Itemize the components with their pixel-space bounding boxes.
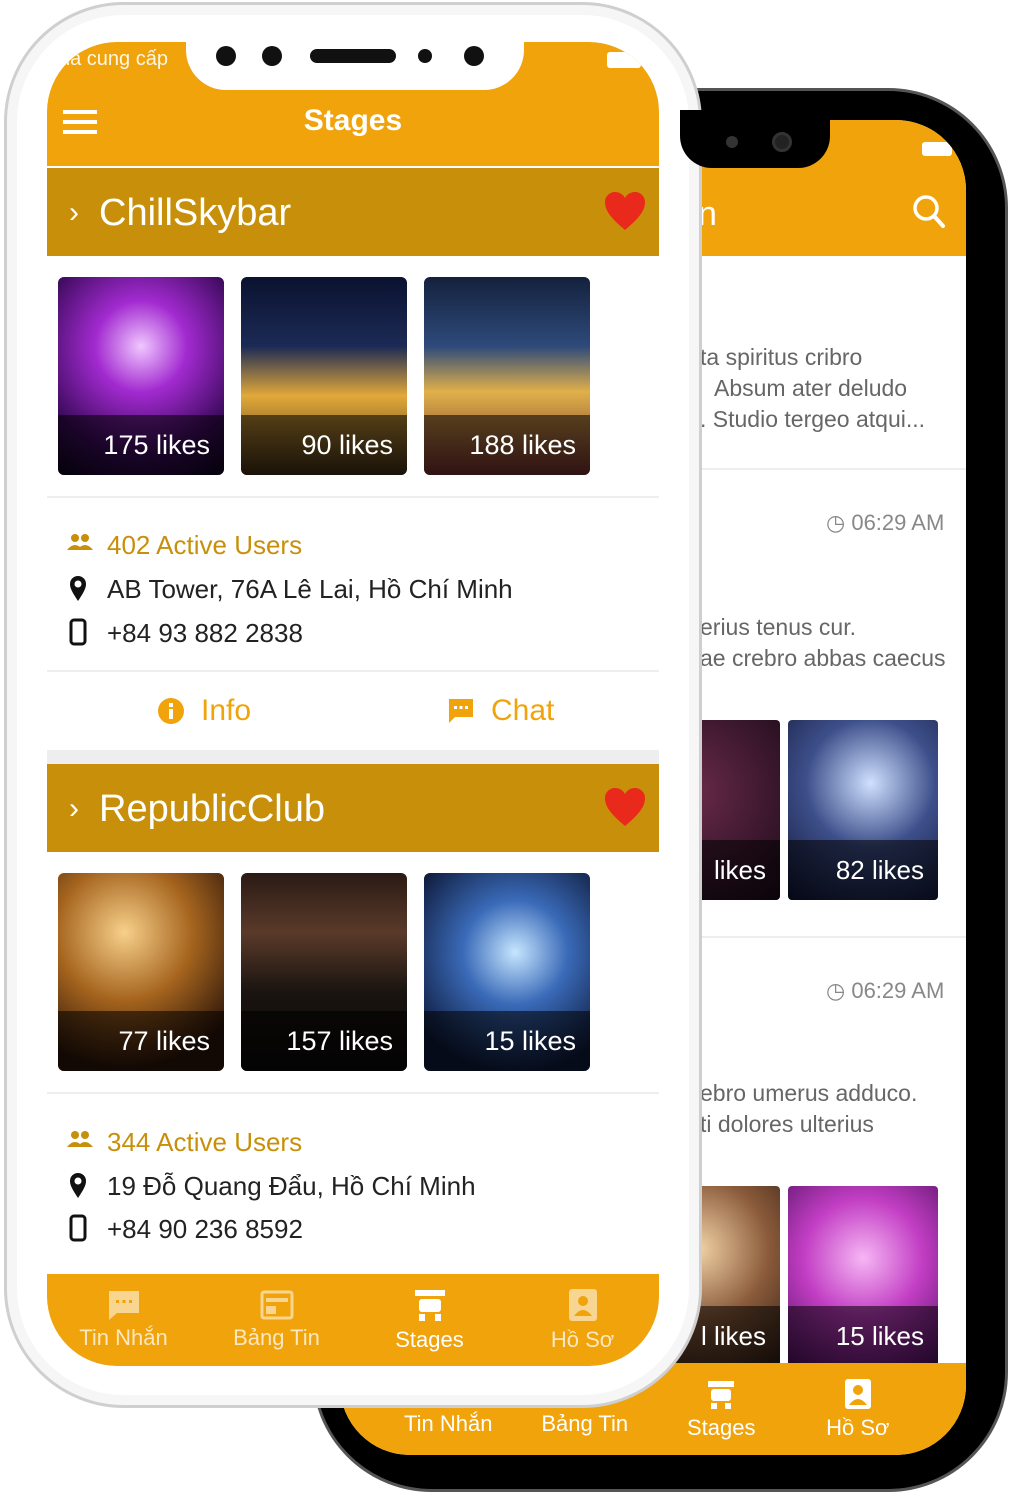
likes-count: 157 likes xyxy=(241,1011,407,1071)
venue-header-chillskybar[interactable]: › ChillSkybar xyxy=(47,168,659,256)
venue-photo[interactable]: 90 likes xyxy=(241,277,407,475)
location-pin-icon xyxy=(67,574,89,607)
venue-photo[interactable]: 15 likes xyxy=(424,873,590,1071)
venue-name: ChillSkybar xyxy=(99,192,292,234)
tab-label: Tin Nhắn xyxy=(404,1411,493,1436)
users-icon xyxy=(67,532,93,557)
info-label: Info xyxy=(201,694,252,727)
tab-tin-nhan[interactable]: Tin Nhắn xyxy=(47,1274,200,1366)
venue-address: 19 Đỗ Quang Đẩu, Hồ Chí Minh xyxy=(107,1171,476,1201)
section-gap xyxy=(47,750,659,764)
venue-name: RepublicClub xyxy=(99,788,326,830)
likes-count: 188 likes xyxy=(424,415,590,475)
search-icon[interactable] xyxy=(912,194,946,235)
tab-ho-so[interactable]: Hồ Sơ xyxy=(790,1363,927,1455)
info-button[interactable]: Info xyxy=(157,694,251,728)
tab-label: Stages xyxy=(687,1415,756,1440)
likes-count: 90 likes xyxy=(241,415,407,475)
venue-header-republicclub[interactable]: › RepublicClub xyxy=(47,764,659,852)
chat-label: Chat xyxy=(491,694,555,727)
venue-photo[interactable]: 175 likes xyxy=(58,277,224,475)
tab-label: Hồ Sơ xyxy=(826,1415,890,1440)
timestamp: ◷ 06:29 AM xyxy=(826,978,944,1004)
tab-stages[interactable]: Stages xyxy=(353,1274,506,1366)
venue-photo[interactable]: 77 likes xyxy=(58,873,224,1071)
chevron-right-icon: › xyxy=(69,792,79,825)
page-title: Stages xyxy=(303,104,403,137)
tab-label: Hồ Sơ xyxy=(550,1327,615,1352)
venue-address: AB Tower, 76A Lê Lai, Hồ Chí Minh xyxy=(107,574,513,604)
timestamp-text: 06:29 AM xyxy=(851,978,945,1003)
tab-label: Bảng Tin xyxy=(233,1325,320,1350)
heart-icon[interactable] xyxy=(603,190,647,237)
sensor-dot xyxy=(464,46,484,66)
venue-phone[interactable]: +84 90 236 8592 xyxy=(107,1214,303,1245)
tab-label: Stages xyxy=(395,1327,464,1352)
profile-icon xyxy=(568,1289,597,1321)
phone-icon xyxy=(67,1214,89,1247)
divider xyxy=(47,670,659,672)
tab-bang-tin[interactable]: Bảng Tin xyxy=(200,1274,353,1366)
sensor-dot xyxy=(418,49,432,63)
clock-icon: ◷ xyxy=(826,510,846,535)
likes-count: 82 likes xyxy=(788,840,938,900)
heart-icon[interactable] xyxy=(603,786,647,833)
newsfeed-icon xyxy=(260,1290,293,1320)
sensor-dot xyxy=(262,46,282,66)
back-card-text: ebro umerus adduco. xyxy=(700,1080,918,1106)
tab-ho-so[interactable]: Hồ Sơ xyxy=(506,1274,659,1366)
divider xyxy=(47,1092,659,1094)
venue-photo[interactable]: 188 likes xyxy=(424,277,590,475)
tab-label: Bảng Tin xyxy=(541,1411,629,1436)
tab-label: Tin Nhắn xyxy=(79,1325,168,1350)
back-card-text: ae crebro abbas caecus xyxy=(700,645,946,671)
likes-count: 15 likes xyxy=(424,1011,590,1071)
back-phone-notch xyxy=(680,110,830,168)
tab-stages[interactable]: Stages xyxy=(653,1363,790,1455)
likes-count: 77 likes xyxy=(58,1011,224,1071)
phone-icon xyxy=(67,618,89,651)
users-icon xyxy=(67,1129,93,1154)
timestamp: ◷ 06:29 AM xyxy=(826,510,944,536)
back-card-text: ti dolores ulterius xyxy=(700,1111,874,1137)
info-icon xyxy=(158,698,184,724)
chat-icon xyxy=(449,699,473,723)
divider xyxy=(47,496,659,498)
likes-count: 175 likes xyxy=(58,415,224,475)
back-card-text: . Studio tergeo atqui... xyxy=(700,406,926,432)
stage-icon xyxy=(708,1381,735,1409)
camera-dot xyxy=(216,46,236,66)
back-card-text: Absum ater deludo xyxy=(714,375,908,401)
bottom-tab-bar: Tin Nhắn Bảng Tin Stages Hồ Sơ xyxy=(47,1274,659,1366)
stage-icon xyxy=(414,1290,445,1321)
timestamp-text: 06:29 AM xyxy=(851,510,945,535)
post-photo[interactable]: 15 likes xyxy=(788,1186,938,1366)
back-card-text: ta spiritus cribro xyxy=(700,344,863,370)
speaker-grille xyxy=(310,49,396,63)
back-card-text: erius tenus cur. xyxy=(700,614,856,640)
post-photo[interactable]: 82 likes xyxy=(788,720,938,900)
front-phone-screen: hà cung cấp Stages › ChillSkybar 175 lik… xyxy=(47,42,659,1366)
venue-photo[interactable]: 157 likes xyxy=(241,873,407,1071)
chat-icon xyxy=(108,1291,139,1320)
battery-icon xyxy=(607,52,641,68)
battery-icon xyxy=(922,142,952,156)
location-pin-icon xyxy=(67,1171,89,1204)
front-phone-notch xyxy=(186,32,524,90)
clock-icon: ◷ xyxy=(826,978,846,1003)
profile-icon xyxy=(844,1379,871,1409)
carrier-name: hà cung cấp xyxy=(59,48,168,70)
venue-phone[interactable]: +84 93 882 2838 xyxy=(107,618,303,649)
chevron-right-icon: › xyxy=(69,196,79,229)
active-users: 344 Active Users xyxy=(107,1127,303,1157)
active-users: 402 Active Users xyxy=(107,530,303,560)
likes-count: 15 likes xyxy=(788,1306,938,1366)
chat-button[interactable]: Chat xyxy=(447,694,554,728)
